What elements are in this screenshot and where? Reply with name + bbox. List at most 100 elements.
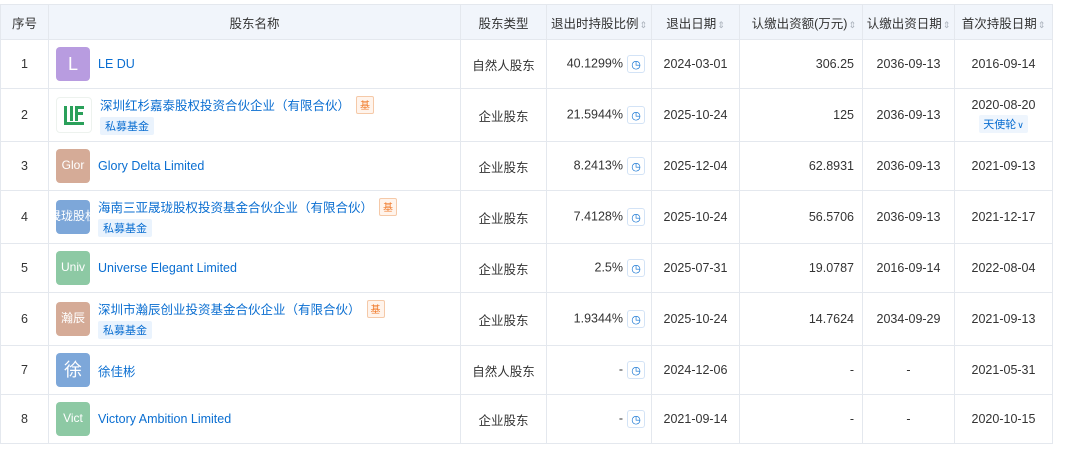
- company-name-link[interactable]: Victory Ambition Limited: [98, 412, 231, 426]
- company-name-link[interactable]: 深圳红杉嘉泰股权投资合伙企业（有限合伙）: [100, 95, 350, 114]
- first-hold-date: 2021-12-17: [971, 210, 1036, 224]
- first-hold-date: 2022-08-04: [971, 261, 1036, 275]
- table-row: 2 深圳红杉嘉泰股权投资合伙企业（有限合伙）基私募基金 企业股东 21.5944% ◷ 2…: [0, 88, 1053, 142]
- company-name-link[interactable]: Glory Delta Limited: [98, 159, 204, 173]
- cell-exit-ratio: 2.5% ◷: [546, 243, 652, 293]
- cell-subscribed-date: -: [862, 345, 955, 395]
- cell-index: 6: [0, 292, 49, 346]
- cell-first-hold-date: 2020-08-20 天使轮∨: [954, 88, 1053, 142]
- cell-exit-ratio: 7.4128% ◷: [546, 190, 652, 244]
- first-hold-date: 2016-09-14: [971, 57, 1036, 71]
- table-row: 8 Vict Victory Ambition Limited 企业股东 - ◷ 2021-…: [0, 394, 1053, 444]
- cell-name: Univ Universe Elegant Limited: [48, 243, 461, 293]
- cell-subscribed-amount: -: [739, 345, 863, 395]
- sort-icon[interactable]: ⇕: [848, 20, 856, 30]
- cell-subscribed-date: -: [862, 394, 955, 444]
- cell-index: 7: [0, 345, 49, 395]
- cell-exit-date: 2025-07-31: [651, 243, 740, 293]
- cell-exit-date: 2021-09-14: [651, 394, 740, 444]
- cell-name: Glor Glory Delta Limited: [48, 141, 461, 191]
- cell-subscribed-date: 2036-09-13: [862, 141, 955, 191]
- history-clock-icon[interactable]: ◷: [627, 55, 645, 73]
- shareholder-table: 序号 股东名称 股东类型 退出时持股比例⇕ 退出日期⇕ 认缴出资额(万元)⇕ 认…: [0, 4, 1053, 444]
- cell-index: 5: [0, 243, 49, 293]
- cell-subscribed-amount: -: [739, 394, 863, 444]
- history-clock-icon[interactable]: ◷: [627, 106, 645, 124]
- cell-name: L LE DU: [48, 39, 461, 89]
- cell-exit-date: 2024-03-01: [651, 39, 740, 89]
- header-first-hold-date[interactable]: 首次持股日期⇕: [954, 4, 1053, 40]
- cell-subscribed-amount: 125: [739, 88, 863, 142]
- table-row: 3 Glor Glory Delta Limited 企业股东 8.2413% ◷ 2025…: [0, 141, 1053, 191]
- private-fund-icon[interactable]: 基: [366, 299, 385, 318]
- cell-exit-ratio: 8.2413% ◷: [546, 141, 652, 191]
- cell-exit-date: 2024-12-06: [651, 345, 740, 395]
- cell-first-hold-date: 2021-09-13: [954, 292, 1053, 346]
- first-hold-date: 2021-05-31: [971, 363, 1036, 377]
- cell-subscribed-date: 2036-09-13: [862, 88, 955, 142]
- cell-first-hold-date: 2021-09-13: [954, 141, 1053, 191]
- cell-exit-date: 2025-10-24: [651, 190, 740, 244]
- company-name-link[interactable]: 海南三亚晟珑股权投资基金合伙企业（有限合伙）: [98, 197, 373, 216]
- cell-first-hold-date: 2016-09-14: [954, 39, 1053, 89]
- cell-exit-ratio: 1.9344% ◷: [546, 292, 652, 346]
- sort-icon[interactable]: ⇕: [943, 20, 951, 30]
- funding-round-dropdown[interactable]: 天使轮∨: [979, 114, 1028, 133]
- header-exit-date[interactable]: 退出日期⇕: [651, 4, 740, 40]
- shareholder-logo[interactable]: L: [56, 47, 90, 81]
- cell-type: 企业股东: [460, 292, 547, 346]
- header-subscribed-date[interactable]: 认缴出资日期⇕: [862, 4, 955, 40]
- first-hold-date: 2021-09-13: [971, 312, 1036, 326]
- cell-index: 3: [0, 141, 49, 191]
- cell-name: 深圳红杉嘉泰股权投资合伙企业（有限合伙） 基私募基金: [48, 88, 461, 142]
- cell-first-hold-date: 2022-08-04: [954, 243, 1053, 293]
- table-row: 5 Univ Universe Elegant Limited 企业股东 2.5% ◷ 20…: [0, 243, 1053, 293]
- cell-subscribed-date: 2016-09-14: [862, 243, 955, 293]
- cell-first-hold-date: 2021-05-31: [954, 345, 1053, 395]
- cell-type: 自然人股东: [460, 39, 547, 89]
- shareholder-logo[interactable]: 晟珑股权: [56, 200, 90, 234]
- first-hold-date: 2020-10-15: [971, 412, 1036, 426]
- cell-type: 企业股东: [460, 394, 547, 444]
- company-name-link[interactable]: Universe Elegant Limited: [98, 261, 237, 275]
- cell-subscribed-date: 2034-09-29: [862, 292, 955, 346]
- cell-first-hold-date: 2020-10-15: [954, 394, 1053, 444]
- company-name-link[interactable]: 深圳市瀚辰创业投资基金合伙企业（有限合伙）: [98, 299, 361, 318]
- header-index: 序号: [0, 4, 49, 40]
- cell-type: 企业股东: [460, 243, 547, 293]
- cell-exit-ratio: - ◷: [546, 394, 652, 444]
- history-clock-icon[interactable]: ◷: [627, 259, 645, 277]
- table-row: 6 瀚辰 深圳市瀚辰创业投资基金合伙企业（有限合伙） 基私募基金 企业股东 1.9344%…: [0, 292, 1053, 346]
- history-clock-icon[interactable]: ◷: [627, 310, 645, 328]
- header-subscribed-amount[interactable]: 认缴出资额(万元)⇕: [739, 4, 863, 40]
- history-clock-icon[interactable]: ◷: [627, 157, 645, 175]
- sort-icon[interactable]: ⇕: [639, 20, 647, 30]
- header-name: 股东名称: [48, 4, 461, 40]
- cell-index: 2: [0, 88, 49, 142]
- sort-icon[interactable]: ⇕: [1038, 20, 1046, 30]
- header-exit-ratio[interactable]: 退出时持股比例⇕: [546, 4, 652, 40]
- sort-icon[interactable]: ⇕: [717, 20, 725, 30]
- shareholder-logo[interactable]: [56, 97, 92, 133]
- private-fund-icon[interactable]: 基: [379, 197, 398, 216]
- private-fund-tag: 私募基金: [100, 117, 154, 135]
- cell-type: 企业股东: [460, 141, 547, 191]
- company-name-link[interactable]: LE DU: [98, 57, 135, 71]
- cell-exit-ratio: 21.5944% ◷: [546, 88, 652, 142]
- cell-name: 瀚辰 深圳市瀚辰创业投资基金合伙企业（有限合伙） 基私募基金: [48, 292, 461, 346]
- history-clock-icon[interactable]: ◷: [627, 208, 645, 226]
- cell-subscribed-amount: 56.5706: [739, 190, 863, 244]
- shareholder-logo[interactable]: 徐: [56, 353, 90, 387]
- shareholder-logo[interactable]: 瀚辰: [56, 302, 90, 336]
- history-clock-icon[interactable]: ◷: [627, 410, 645, 428]
- history-clock-icon[interactable]: ◷: [627, 361, 645, 379]
- cell-exit-ratio: - ◷: [546, 345, 652, 395]
- shareholder-logo[interactable]: Glor: [56, 149, 90, 183]
- shareholder-logo[interactable]: Vict: [56, 402, 90, 436]
- private-fund-tag: 私募基金: [98, 219, 152, 237]
- shareholder-logo[interactable]: Univ: [56, 251, 90, 285]
- company-name-link[interactable]: 徐佳彬: [98, 361, 136, 380]
- private-fund-icon[interactable]: 基: [356, 95, 375, 114]
- cell-index: 8: [0, 394, 49, 444]
- cell-subscribed-amount: 14.7624: [739, 292, 863, 346]
